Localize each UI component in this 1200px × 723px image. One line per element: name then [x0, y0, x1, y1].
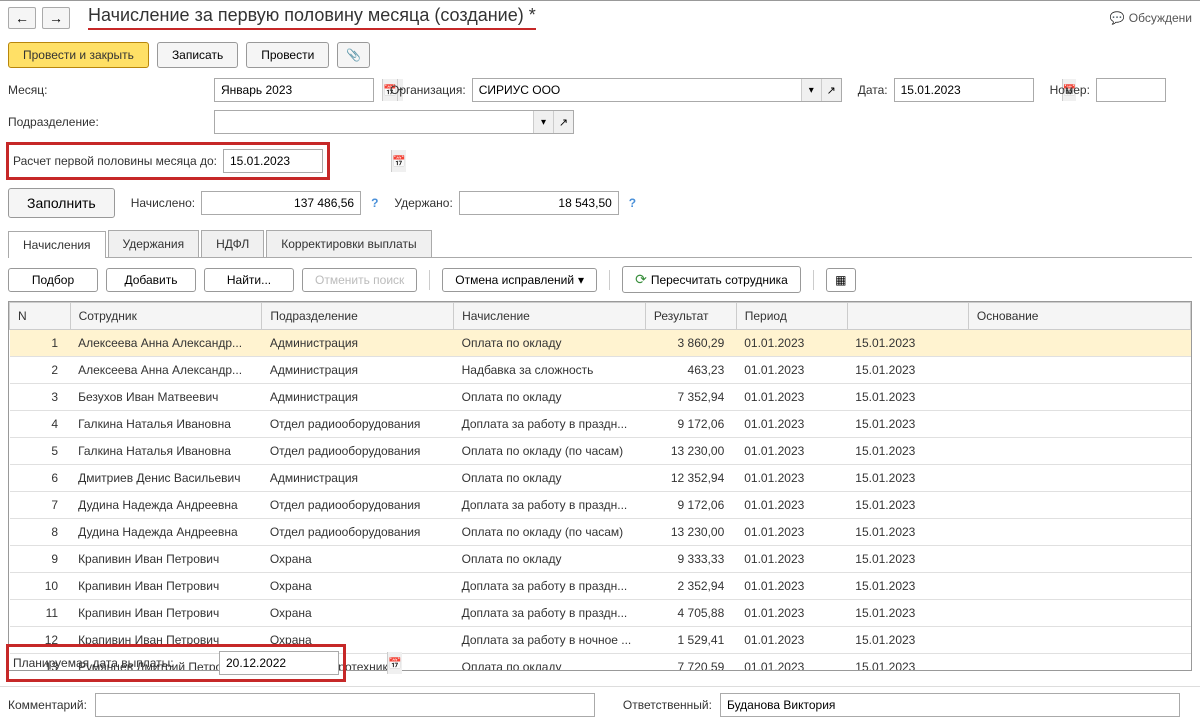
open-icon[interactable]: ↗ — [553, 111, 573, 133]
col-header[interactable]: Сотрудник — [70, 303, 262, 330]
comment-input[interactable] — [96, 694, 594, 716]
plan-date-label: Планируемая дата выплаты: — [13, 656, 213, 670]
col-header[interactable]: Результат — [645, 303, 736, 330]
calendar-icon[interactable]: 📅 — [387, 652, 402, 674]
table-row[interactable]: 1Алексеева Анна Александр...Администраци… — [10, 330, 1191, 357]
calendar-icon[interactable]: 📅 — [391, 150, 406, 172]
col-header[interactable] — [847, 303, 968, 330]
col-header[interactable]: N — [10, 303, 71, 330]
save-button[interactable]: Записать — [157, 42, 238, 68]
date-input[interactable] — [895, 79, 1062, 101]
comment-label: Комментарий: — [8, 698, 87, 712]
col-header[interactable]: Начисление — [454, 303, 646, 330]
refresh-icon: ⟳ — [635, 271, 647, 287]
number-input[interactable] — [1097, 79, 1200, 101]
help-icon[interactable]: ? — [371, 196, 378, 210]
table-row[interactable]: 6Дмитриев Денис ВасильевичАдминистрацияО… — [10, 465, 1191, 492]
org-input[interactable] — [473, 79, 801, 101]
find-button[interactable]: Найти... — [204, 268, 294, 292]
select-button[interactable]: Подбор — [8, 268, 98, 292]
col-header[interactable]: Подразделение — [262, 303, 454, 330]
nav-back[interactable]: ← — [8, 7, 36, 29]
table-row[interactable]: 8Дудина Надежда АндреевнаОтдел радиообор… — [10, 519, 1191, 546]
add-button[interactable]: Добавить — [106, 268, 196, 292]
help-icon[interactable]: ? — [629, 196, 636, 210]
table-row[interactable]: 3Безухов Иван МатвеевичАдминистрацияОпла… — [10, 384, 1191, 411]
post-button[interactable]: Провести — [246, 42, 329, 68]
calc-to-input[interactable] — [224, 150, 391, 172]
dept-label: Подразделение: — [8, 115, 208, 129]
cancel-search-button: Отменить поиск — [302, 268, 417, 292]
resp-label: Ответственный: — [623, 698, 712, 712]
date-label: Дата: — [858, 83, 888, 97]
cancel-fix-button[interactable]: Отмена исправлений ▾ — [442, 268, 597, 292]
accrued-value — [201, 191, 361, 215]
number-label: Номер: — [1050, 83, 1090, 97]
org-label: Организация: — [390, 83, 466, 97]
tab-3[interactable]: Корректировки выплаты — [266, 230, 431, 257]
speech-icon: 💬 — [1110, 11, 1125, 25]
table-row[interactable]: 2Алексеева Анна Александр...Администраци… — [10, 357, 1191, 384]
columns-button[interactable]: ▦ — [826, 268, 856, 292]
fill-button[interactable]: Заполнить — [8, 188, 115, 218]
table-row[interactable]: 4Галкина Наталья ИвановнаОтдел радиообор… — [10, 411, 1191, 438]
tab-0[interactable]: Начисления — [8, 231, 106, 258]
month-input[interactable] — [215, 79, 382, 101]
resp-input[interactable] — [721, 694, 1179, 716]
withheld-label: Удержано: — [394, 196, 452, 210]
dropdown-icon[interactable]: ▾ — [533, 111, 553, 133]
table-row[interactable]: 7Дудина Надежда АндреевнаОтдел радиообор… — [10, 492, 1191, 519]
columns-icon: ▦ — [835, 273, 846, 287]
chevron-down-icon: ▾ — [578, 273, 584, 287]
accrued-label: Начислено: — [131, 196, 195, 210]
withheld-value — [459, 191, 619, 215]
post-close-button[interactable]: Провести и закрыть — [8, 42, 149, 68]
nav-fwd[interactable]: → — [42, 7, 70, 29]
dept-input[interactable] — [215, 111, 533, 133]
discuss-link[interactable]: 💬 Обсуждени — [1110, 11, 1192, 25]
month-label: Месяц: — [8, 83, 208, 97]
paperclip-icon: 📎 — [346, 48, 361, 62]
page-title: Начисление за первую половину месяца (со… — [88, 5, 536, 30]
calc-to-label: Расчет первой половины месяца до: — [13, 154, 217, 168]
table-row[interactable]: 9Крапивин Иван ПетровичОхранаОплата по о… — [10, 546, 1191, 573]
tab-1[interactable]: Удержания — [108, 230, 200, 257]
recalc-button[interactable]: ⟳Пересчитать сотрудника — [622, 266, 801, 293]
col-header[interactable]: Основание — [968, 303, 1190, 330]
tab-2[interactable]: НДФЛ — [201, 230, 264, 257]
col-header[interactable]: Период — [736, 303, 847, 330]
table-row[interactable]: 11Крапивин Иван ПетровичОхранаДоплата за… — [10, 600, 1191, 627]
plan-date-input[interactable] — [220, 652, 387, 674]
dropdown-icon[interactable]: ▾ — [801, 79, 821, 101]
open-icon[interactable]: ↗ — [821, 79, 841, 101]
table-row[interactable]: 10Крапивин Иван ПетровичОхранаДоплата за… — [10, 573, 1191, 600]
attach-button[interactable]: 📎 — [337, 42, 370, 68]
table-row[interactable]: 5Галкина Наталья ИвановнаОтдел радиообор… — [10, 438, 1191, 465]
